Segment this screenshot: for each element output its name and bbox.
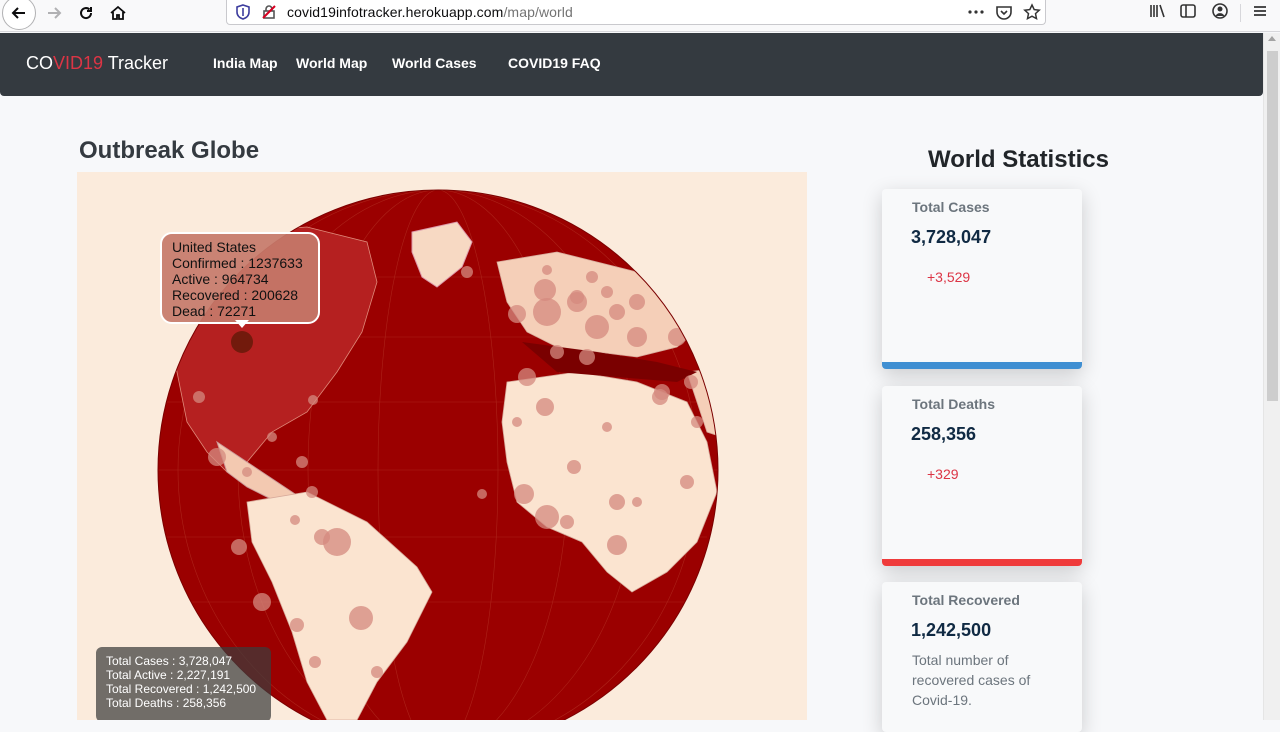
stat-accent-bar: [882, 362, 1082, 369]
stat-label: Total Cases: [912, 199, 990, 215]
tooltip-recovered: Recovered : 200628: [172, 287, 299, 303]
page-scrollbar[interactable]: [1263, 33, 1280, 720]
stat-delta: +329: [927, 466, 959, 482]
stat-value: 1,242,500: [911, 620, 992, 640]
bookmark-star-icon[interactable]: [1023, 3, 1041, 21]
back-arrow-icon: [11, 7, 25, 19]
stat-description: Total number of recovered cases of Covid…: [912, 652, 1031, 708]
home-button[interactable]: [102, 0, 134, 26]
nav-link-world-map[interactable]: World Map: [296, 55, 367, 71]
stat-card-total-cases: Total Cases 3,728,047 +3,529: [882, 189, 1082, 369]
stat-label: Total Deaths: [912, 396, 995, 412]
tooltip-pointer: [235, 320, 249, 328]
tooltip-country: United States: [172, 239, 257, 255]
nav-link-covid19-faq[interactable]: COVID19 FAQ: [508, 55, 601, 71]
home-icon: [110, 5, 126, 20]
url-text[interactable]: covid19infotracker.herokuapp.com/map/wor…: [287, 4, 573, 20]
back-button[interactable]: [2, 0, 36, 30]
brand-logo[interactable]: COVID19 Tracker: [26, 53, 168, 74]
url-bar[interactable]: covid19infotracker.herokuapp.com/map/wor…: [226, 0, 1046, 25]
toolbar-divider: [1240, 4, 1241, 22]
tooltip-confirmed: Confirmed : 1237633: [172, 255, 303, 271]
shield-icon[interactable]: [234, 3, 252, 21]
tooltip-active: Active : 964734: [172, 271, 269, 287]
totals-deaths: Total Deaths : 258,356: [106, 696, 227, 710]
stat-card-total-deaths: Total Deaths 258,356 +329: [882, 386, 1082, 566]
reload-icon: [80, 7, 93, 20]
globe-panel[interactable]: United States Confirmed : 1237633 Active…: [77, 172, 807, 720]
nav-link-world-cases[interactable]: World Cases: [392, 55, 477, 71]
totals-recovered: Total Recovered : 1,242,500: [106, 682, 257, 696]
stats-title: World Statistics: [928, 146, 1109, 173]
sidebar-icon[interactable]: [1179, 2, 1197, 20]
country-tooltip: United States Confirmed : 1237633 Active…: [160, 232, 320, 324]
reload-button[interactable]: [70, 0, 102, 26]
browser-toolbar: covid19infotracker.herokuapp.com/map/wor…: [0, 0, 1280, 32]
totals-cases: Total Cases : 3,728,047: [106, 654, 233, 668]
hamburger-menu-icon[interactable]: [1251, 2, 1269, 20]
scroll-up-arrow-icon[interactable]: [1268, 36, 1276, 41]
stat-accent-bar: [882, 559, 1082, 566]
library-icon[interactable]: [1148, 2, 1166, 20]
forward-button[interactable]: [38, 0, 70, 26]
nav-link-india-map[interactable]: India Map: [213, 55, 278, 71]
stat-value: 258,356: [911, 424, 977, 444]
scroll-thumb[interactable]: [1267, 51, 1278, 401]
stat-label: Total Recovered: [912, 592, 1020, 608]
pocket-icon[interactable]: [995, 3, 1013, 21]
site-navbar: COVID19 Tracker India Map World Map Worl…: [0, 33, 1263, 96]
stat-value: 3,728,047: [911, 227, 992, 247]
page-actions-icon[interactable]: [967, 3, 985, 21]
globe-totals-box: Total Cases : 3,728,047 Total Active : 2…: [96, 647, 271, 720]
stat-delta: +3,529: [927, 269, 971, 285]
account-icon[interactable]: [1211, 2, 1229, 20]
totals-active: Total Active : 2,227,191: [106, 668, 231, 682]
globe-title: Outbreak Globe: [79, 137, 260, 164]
stat-card-total-recovered: Total Recovered 1,242,500 Total number o…: [882, 582, 1082, 732]
insecure-lock-icon[interactable]: [260, 3, 278, 21]
tooltip-dead: Dead : 72271: [172, 303, 257, 319]
forward-arrow-icon: [48, 7, 62, 19]
